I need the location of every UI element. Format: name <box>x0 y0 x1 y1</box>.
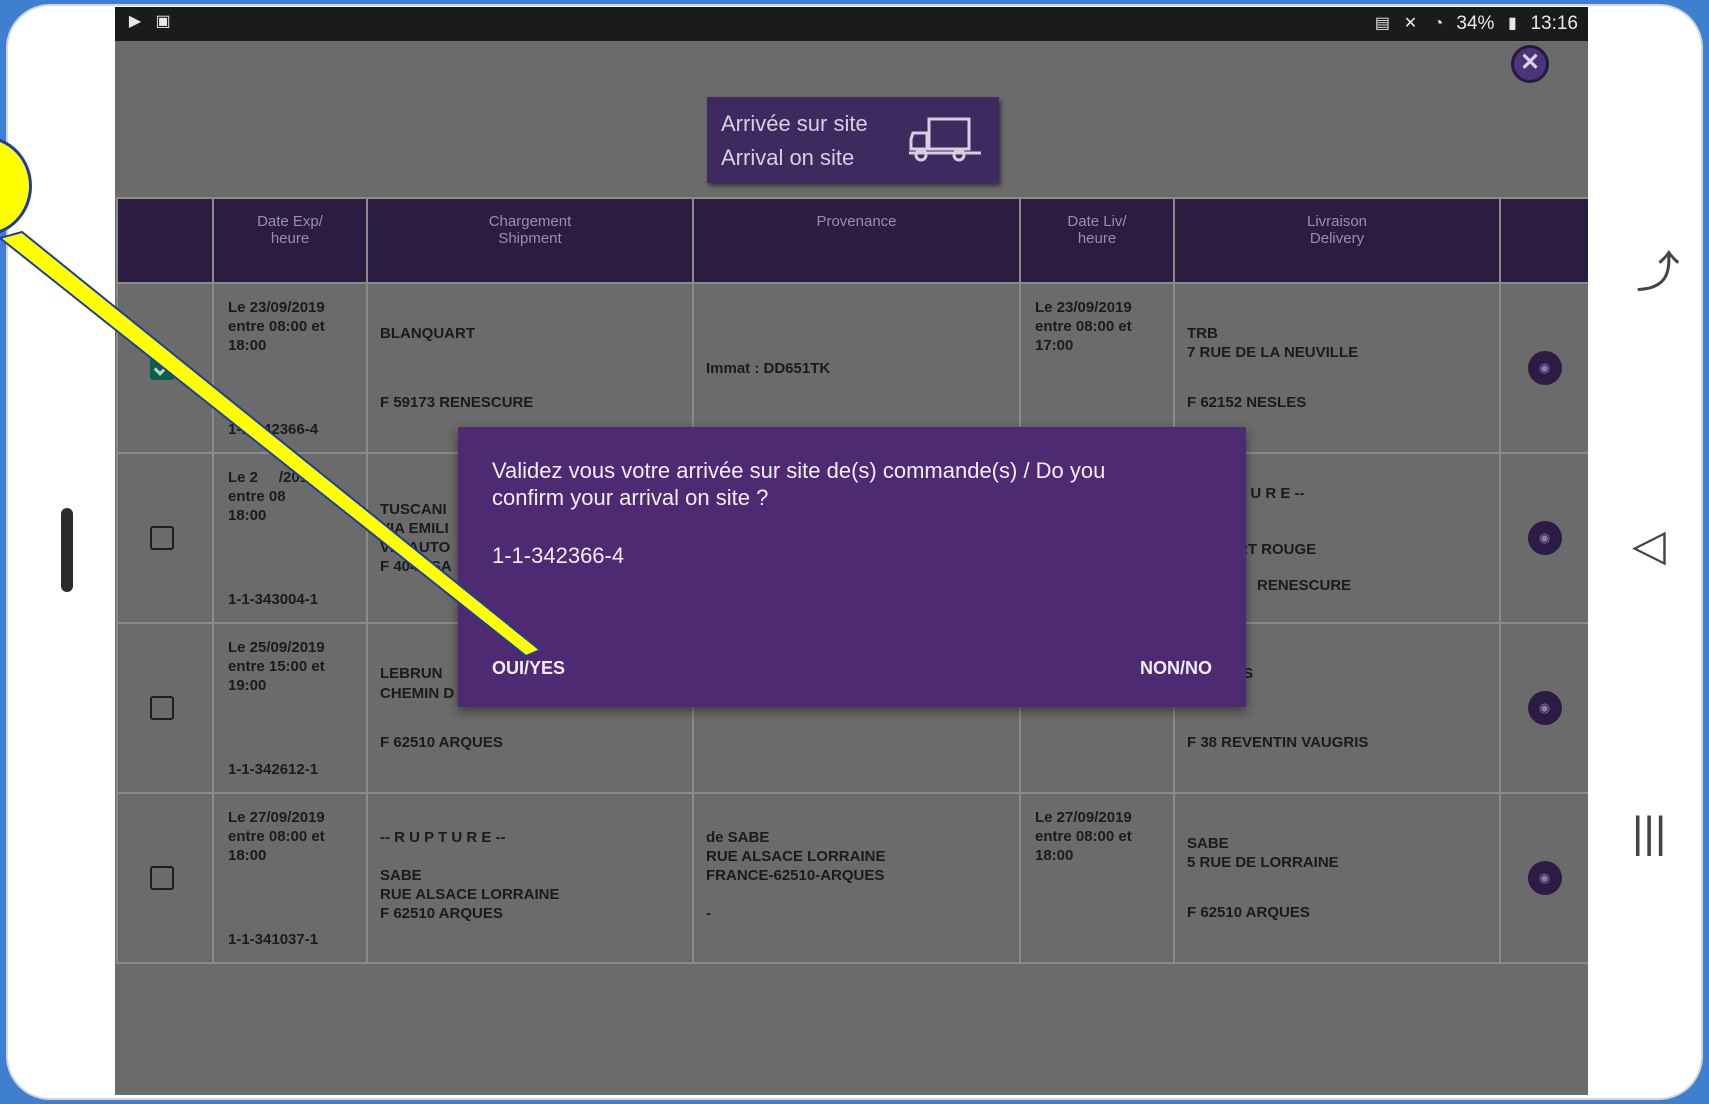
delivery-address: TRB 7 RUE DE LA NEUVILLE <box>1187 325 1359 361</box>
ship-date: Le 23/09/2019 entre 08:00 et 18:00 <box>228 299 325 354</box>
row-checkbox[interactable] <box>150 696 174 720</box>
delivery-date: Le 27/09/2019 entre 08:00 et 18:00 <box>1035 809 1132 864</box>
dialog-message: Validez vous votre arrivée sur site de(s… <box>492 458 1106 510</box>
delivery-city: F 62510 ARQUES <box>1187 904 1310 921</box>
clock: 13:16 <box>1530 13 1578 34</box>
col-provenance: Provenance <box>692 197 1021 284</box>
row-checkbox[interactable] <box>150 866 174 890</box>
col-view <box>1499 197 1588 284</box>
truck-icon <box>909 117 981 162</box>
view-eye-icon[interactable]: ◉ <box>1527 691 1562 725</box>
battery-icon: ▮ <box>1508 15 1517 32</box>
recent-apps-icon[interactable]: ||| <box>1632 808 1666 858</box>
provenance: Immat : DD651TK <box>706 360 831 377</box>
col-date-liv: Date Liv/heure <box>1019 197 1175 284</box>
ship-date: Le 2 /2019 entre 08 18:00 <box>228 469 317 524</box>
app-screen: ▶ ▣ ▤ ✕ ◔ 34% ▮ 13:16 ✕ Arrivée sur site… <box>115 7 1588 1095</box>
battery-level: 34% <box>1456 13 1495 34</box>
ship-date: Le 27/09/2019 entre 08:00 et 18:00 <box>228 809 325 864</box>
shipment-address: TUSCANI VIA EMILI VIA AUTO F 4049 SA <box>380 501 452 575</box>
delivery-city: RENESCURE <box>1257 577 1352 594</box>
row-checkbox[interactable] <box>150 356 174 380</box>
col-date-exp: Date Exp/heure <box>212 197 368 284</box>
delivery-address: SABE 5 RUE DE LORRAINE <box>1187 835 1339 871</box>
shipment-city: F 59173 RENESCURE <box>380 394 534 411</box>
col-select <box>116 197 214 284</box>
delivery-date: Le 23/09/2019 entre 08:00 et 17:00 <box>1035 299 1132 354</box>
confirm-dialog: Validez vous votre arrivée sur site de(s… <box>458 427 1246 707</box>
delivery-street: RT ROUGE <box>1237 541 1317 558</box>
col-shipment: Chargement Shipment <box>366 197 694 284</box>
ship-date: Le 25/09/2019 entre 15:00 et 19:00 <box>228 639 325 694</box>
back-swipe-icon[interactable]: ⤴ <box>1636 236 1680 300</box>
gallery-icon: ▣ <box>155 13 171 30</box>
shipment-name: LEBRUN CHEMIN D <box>380 665 455 702</box>
delivery-city: F 38 REVENTIN VAUGRIS <box>1187 734 1369 751</box>
dialog-order-ref: 1-1-342366-4 <box>492 543 625 568</box>
provenance: de SABE RUE ALSACE LORRAINE FRANCE-62510-A… <box>706 829 886 922</box>
arrival-label-en: Arrival on site <box>721 145 855 170</box>
row-checkbox[interactable] <box>150 526 174 550</box>
back-triangle-icon[interactable]: ◁ <box>1632 520 1666 571</box>
status-bar: ▶ ▣ ▤ ✕ ◔ 34% ▮ 13:16 <box>115 7 1588 41</box>
android-nav-bar: ⤴ ◁ ||| <box>1588 0 1703 1100</box>
yes-button[interactable]: OUI/YES <box>492 658 565 679</box>
view-eye-icon[interactable]: ◉ <box>1527 861 1562 895</box>
wifi-icon: ◔ <box>1433 15 1444 32</box>
order-ref: 1-1-341037-1 <box>228 931 319 948</box>
no-button[interactable]: NON/NO <box>1140 658 1212 679</box>
arrival-on-site-button[interactable]: Arrivée sur site Arrival on site <box>707 97 999 183</box>
col-delivery: Livraison Delivery <box>1173 197 1501 284</box>
mute-icon: ✕ <box>1403 15 1418 32</box>
table-row[interactable]: Le 27/09/2019 entre 08:00 et 18:00 1-1-341… <box>116 792 1588 964</box>
close-button[interactable]: ✕ <box>1511 45 1549 83</box>
play-store-icon: ▶ <box>128 13 142 30</box>
shipment-name: BLANQUART <box>380 325 475 342</box>
view-eye-icon[interactable]: ◉ <box>1527 351 1562 385</box>
order-ref: 1-1-342612-1 <box>228 761 319 778</box>
table-header-row: Date Exp/heure Chargement Shipment Proven… <box>116 197 1588 284</box>
arrival-label-fr: Arrivée sur site <box>721 111 868 136</box>
tablet-side-button <box>61 508 73 592</box>
shipment-city: F 62510 ARQUES <box>380 734 503 751</box>
order-ref: 1-1-343004-1 <box>228 591 319 608</box>
shipment-address: -- R U P T U R E -- SABE RUE ALSACE LORRAI… <box>380 829 560 922</box>
order-ref: 1-1-342366-4 <box>228 421 319 438</box>
view-eye-icon[interactable]: ◉ <box>1527 521 1562 555</box>
delivery-city: F 62152 NESLES <box>1187 394 1307 411</box>
cast-icon: ▤ <box>1374 15 1390 32</box>
